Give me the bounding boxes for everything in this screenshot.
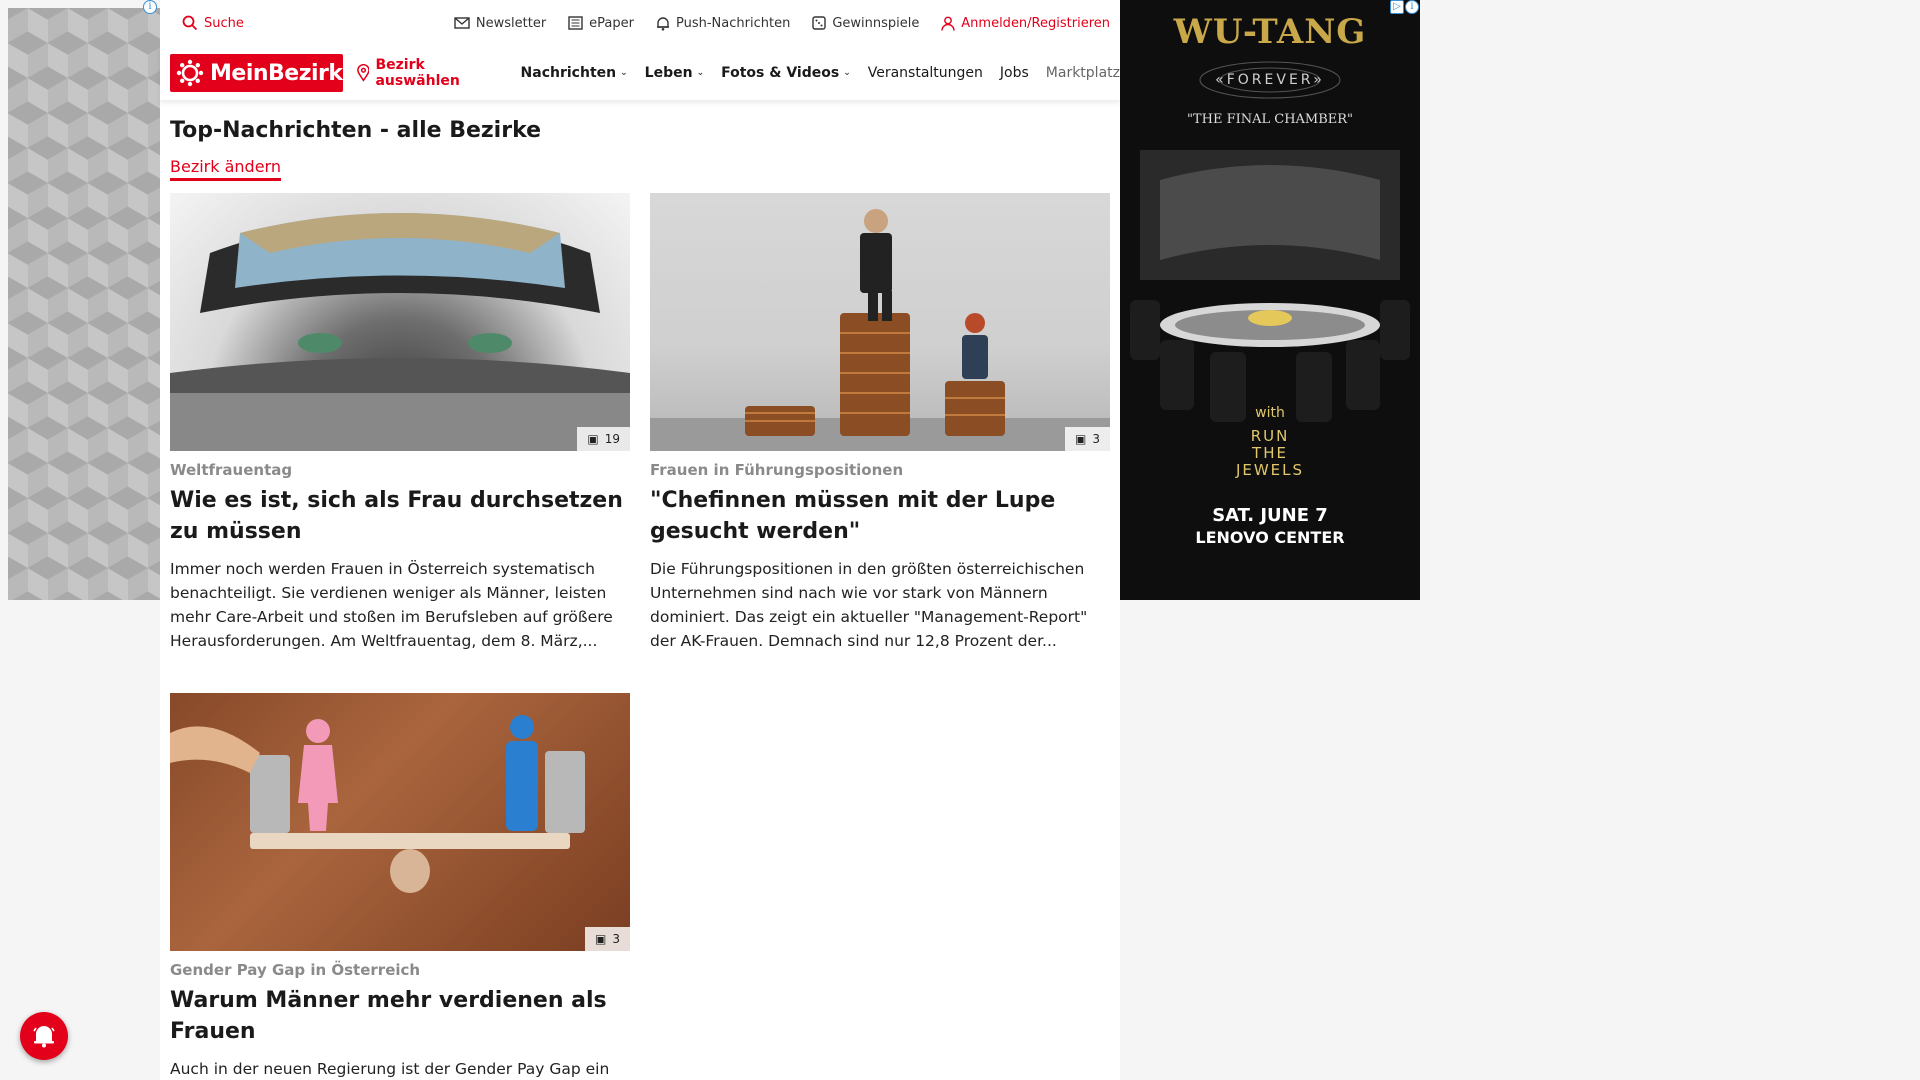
main-navigation: MeinBezirk Bezirk auswählen Nachrichten …	[160, 46, 1120, 100]
balance-photo	[170, 693, 630, 951]
ad-band-line: THE	[1252, 444, 1288, 462]
adchoices-icon[interactable]: ▷	[1390, 0, 1404, 14]
ad-venue: LENOVO CENTER	[1195, 528, 1345, 547]
location-pin-icon	[356, 64, 370, 82]
logo-text: MeinBezirk	[210, 60, 343, 86]
user-icon	[941, 16, 955, 31]
mail-icon	[454, 17, 470, 29]
nav-item-label: Leben	[644, 65, 693, 81]
ad-forever: «FOREVER»	[1215, 72, 1325, 88]
nav-item-leben[interactable]: Leben ⌄	[645, 65, 704, 81]
coins-photo	[650, 209, 1110, 451]
ad-date: SAT. JUNE 7	[1212, 505, 1328, 526]
epaper-label: ePaper	[589, 15, 634, 31]
ad-brand: WU-TANG	[1173, 12, 1367, 52]
gallery-icon: ▣	[595, 932, 607, 946]
dice-icon	[812, 16, 827, 30]
ad-band-line: RUN	[1250, 427, 1290, 445]
newsletter-label: Newsletter	[475, 15, 547, 31]
gewinnspiele-label: Gewinnspiele	[832, 15, 920, 31]
search-label: Suche	[204, 15, 244, 31]
newspaper-icon	[568, 16, 583, 30]
ad-info-icon[interactable]: i	[1405, 0, 1419, 14]
site-logo[interactable]: MeinBezirk	[170, 54, 343, 92]
gallery-icon: ▣	[587, 432, 599, 446]
nav-item-marktplatz[interactable]: Marktplatz	[1046, 65, 1120, 81]
article-headline[interactable]: Wie es ist, sich als Frau durchsetzen zu…	[170, 485, 630, 547]
article-teaser: Auch in der neuen Regierung ist der Gend…	[170, 1060, 610, 1078]
change-bezirk-link[interactable]: Bezirk ändern	[170, 157, 281, 181]
goggles-photo	[170, 213, 630, 451]
nav-item-veranstaltungen[interactable]: Veranstaltungen	[868, 65, 983, 81]
gewinnspiele-link[interactable]: Gewinnspiele	[812, 16, 919, 31]
article-headline[interactable]: Warum Männer mehr verdienen als Frauen	[170, 985, 630, 1047]
newsletter-link[interactable]: Newsletter	[454, 16, 546, 31]
push-label: Push-Nachrichten	[676, 15, 791, 31]
nav-item-fotos-videos[interactable]: Fotos & Videos ⌄	[721, 65, 851, 81]
bell-icon	[657, 16, 669, 31]
article-card[interactable]: ▣ 3 Frauen in Führungspositionen "Chefin…	[650, 193, 1110, 653]
article-image[interactable]: ▣ 3	[650, 193, 1110, 451]
utility-links: Newsletter ePaper Push-Nachrichten Gewin…	[454, 16, 919, 31]
bezirk-select-button[interactable]: Bezirk auswählen	[356, 57, 504, 89]
content-area: Top-Nachrichten - alle Bezirke Bezirk än…	[160, 118, 1120, 181]
login-label: Anmelden/Registrieren	[961, 15, 1110, 31]
gallery-icon: ▣	[1075, 432, 1087, 446]
page-title: Top-Nachrichten - alle Bezirke	[170, 118, 542, 143]
nav-item-label: Veranstaltungen	[867, 65, 983, 81]
chevron-down-icon: ⌄	[843, 68, 851, 78]
article-card[interactable]: ▣ 19 Weltfrauentag Wie es ist, sich als …	[170, 193, 630, 653]
nav-item-label: Jobs	[999, 65, 1029, 81]
ad-support-band: RUN THE JEWELS	[1120, 428, 1420, 479]
photo-count: 19	[604, 432, 620, 446]
nav-item-nachrichten[interactable]: Nachrichten ⌄	[521, 65, 628, 81]
photo-count: 3	[1092, 432, 1100, 446]
article-image[interactable]: ▣ 19	[170, 193, 630, 451]
article-headline[interactable]: "Chefinnen müssen mit der Lupe gesucht w…	[650, 485, 1110, 547]
top-utility-bar: Suche Newsletter ePaper Push-Nachrichten…	[160, 0, 1120, 46]
login-link[interactable]: Anmelden/Registrieren	[941, 16, 1110, 31]
article-image[interactable]: ▣ 3	[170, 693, 630, 951]
article-kicker: Weltfrauentag	[170, 461, 293, 479]
ad-final-chamber: "THE FINAL CHAMBER"	[1186, 112, 1354, 127]
search-link[interactable]: Suche	[182, 15, 244, 31]
photo-count-badge: ▣ 3	[585, 927, 630, 951]
search-icon	[182, 15, 198, 31]
photo-count-badge: ▣ 19	[577, 427, 630, 451]
chevron-down-icon: ⌄	[620, 68, 628, 78]
push-notification-button[interactable]	[20, 1012, 68, 1060]
ad-with: with	[1255, 405, 1285, 421]
bell-icon	[33, 1026, 55, 1048]
logo-sun-icon	[176, 59, 204, 87]
nav-item-jobs[interactable]: Jobs	[1000, 65, 1029, 81]
right-ad-banner[interactable]: WU-TANG «FOREVER» "THE FINAL CHAMBER" wi…	[1120, 0, 1420, 600]
push-link[interactable]: Push-Nachrichten	[656, 16, 790, 31]
article-teaser: Die Führungspositionen in den größten ös…	[650, 560, 1088, 650]
article-kicker: Gender Pay Gap in Österreich	[170, 961, 421, 979]
chevron-down-icon: ⌄	[696, 68, 705, 78]
main-column: Suche Newsletter ePaper Push-Nachrichten…	[160, 0, 1120, 1080]
nav-item-label: Nachrichten	[520, 65, 617, 81]
photo-count-badge: ▣ 3	[1065, 427, 1110, 451]
article-card[interactable]: ▣ 3 Gender Pay Gap in Österreich Warum M…	[170, 693, 630, 1080]
left-ad-banner[interactable]	[8, 8, 160, 600]
epaper-link[interactable]: ePaper	[568, 16, 634, 31]
article-teaser: Immer noch werden Frauen in Österreich s…	[170, 560, 613, 650]
bezirk-select-label: Bezirk auswählen	[375, 57, 460, 89]
ad-info-icon[interactable]: i	[143, 0, 157, 14]
nav-items: Nachrichten ⌄ Leben ⌄ Fotos & Videos ⌄ V…	[521, 65, 1120, 81]
nav-item-label: Marktplatz	[1045, 65, 1120, 81]
ad-band-line: JEWELS	[1235, 461, 1305, 479]
article-kicker: Frauen in Führungspositionen	[650, 461, 904, 479]
nav-item-label: Fotos & Videos	[721, 65, 840, 81]
photo-count: 3	[612, 932, 620, 946]
